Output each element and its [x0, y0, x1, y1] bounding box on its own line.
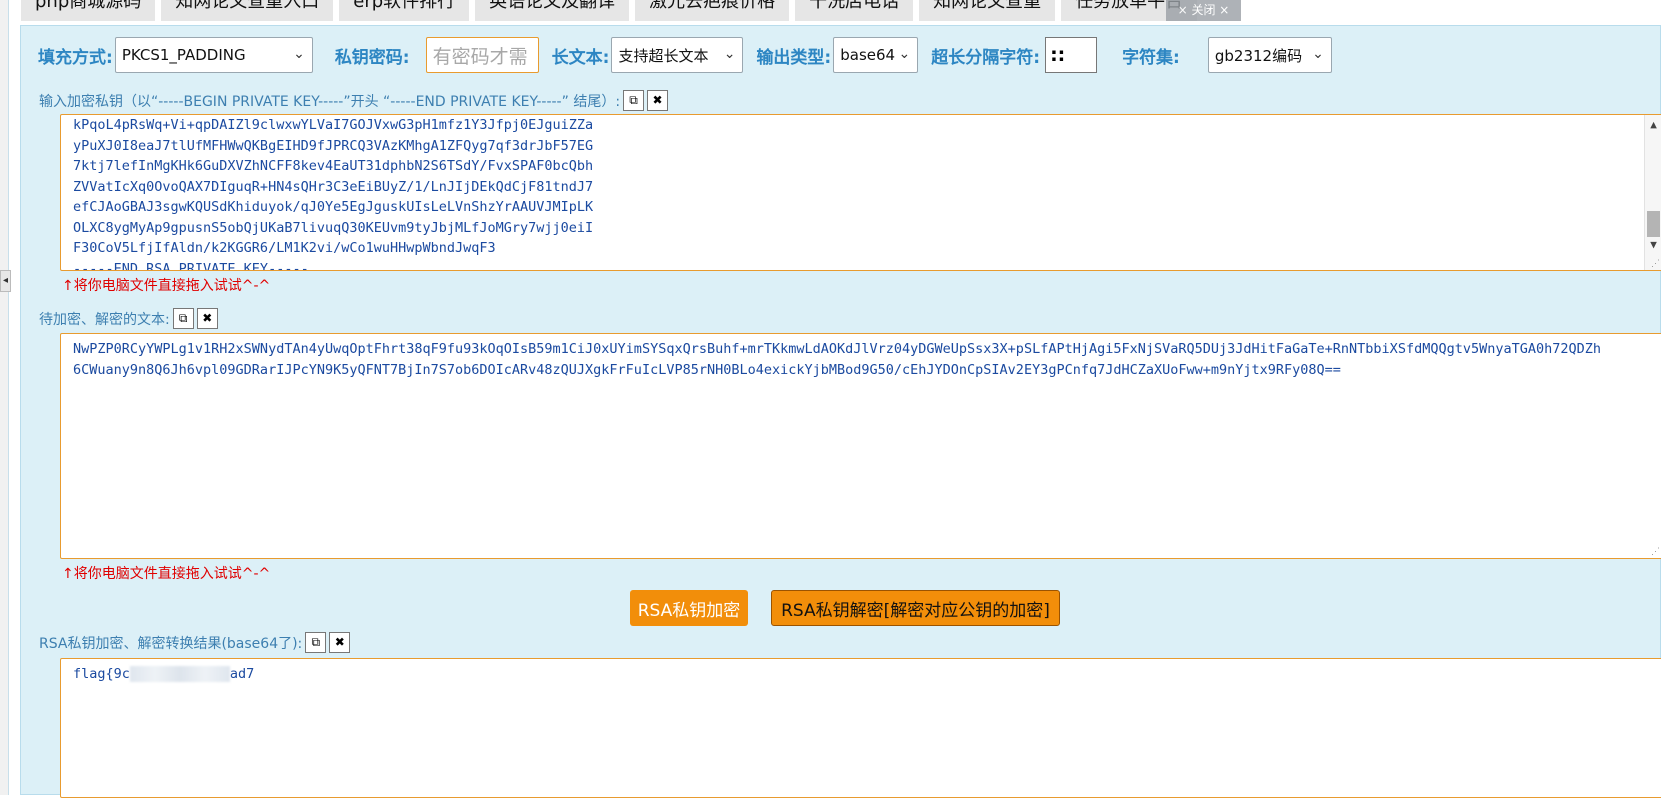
- rsa-encrypt-button[interactable]: RSA私钥加密: [630, 590, 748, 626]
- longtext-label: 长文本:: [551, 47, 610, 68]
- charset-select-value: gb2312编码: [1214, 46, 1303, 65]
- password-label: 私钥密码:: [334, 47, 410, 68]
- scroll-down-icon[interactable]: ▼: [1645, 238, 1661, 251]
- ad-link[interactable]: 知网论文查重入口: [161, 0, 334, 21]
- collapse-left-icon[interactable]: ◂: [0, 270, 11, 292]
- key-caption-row: 输入加密私钥（以“-----BEGIN PRIVATE KEY-----”开头 …: [39, 90, 669, 111]
- chevron-down-icon: ⌄: [723, 46, 736, 62]
- longtext-select-value: 支持超长文本: [618, 46, 709, 65]
- copy-icon[interactable]: ⧉: [172, 308, 194, 329]
- scroll-up-icon[interactable]: ▲: [1645, 118, 1661, 131]
- ad-link[interactable]: 激光去疤痕价格: [635, 0, 790, 21]
- rsa-tool-panel: 填充方式: PKCS1_PADDING ⌄ 私钥密码: 有密码才需 长文本: 支…: [20, 25, 1661, 798]
- separator-input[interactable]: ::: [1045, 37, 1098, 73]
- longtext-select[interactable]: 支持超长文本 ⌄: [611, 37, 744, 73]
- ad-link[interactable]: 知网论文查重: [919, 0, 1056, 21]
- clear-icon[interactable]: ✖: [196, 308, 218, 329]
- result-caption: RSA私钥加密、解密转换结果(base64了):: [39, 635, 303, 652]
- chevron-down-icon: ⌄: [898, 46, 911, 62]
- result-content: flag{9c ad7: [61, 659, 1661, 685]
- scrollbar-thumb[interactable]: [1647, 211, 1660, 237]
- top-ad-bar: php商城源码 知网论文查重入口 erp软件排行 英语论文及翻译 激光去疤痕价格…: [21, 0, 1661, 21]
- password-placeholder: 有密码才需: [432, 45, 528, 68]
- key-drop-hint: ↑将你电脑文件直接拖入试试^-^: [62, 278, 271, 294]
- output-type-label: 输出类型:: [756, 47, 832, 68]
- ad-link[interactable]: php商城源码: [21, 0, 156, 21]
- input-text-textarea[interactable]: NwPZP0RCyYWPLg1v1RH2xSWNydTAn4yUwqOptFhr…: [60, 333, 1661, 559]
- ad-close-button[interactable]: × 关闭 ×: [1166, 0, 1241, 21]
- clear-icon[interactable]: ✖: [329, 632, 351, 653]
- private-key-textarea[interactable]: kPqoL4pRsWq+Vi+qpDAIZl9clwxwYLVaI7GOJVxw…: [60, 114, 1661, 271]
- output-type-select[interactable]: base64 ⌄: [833, 37, 919, 73]
- separator-label: 超长分隔字符:: [931, 47, 1041, 68]
- result-textarea[interactable]: flag{9c ad7: [60, 658, 1661, 798]
- rsa-decrypt-button[interactable]: RSA私钥解密[解密对应公钥的加密]: [771, 590, 1060, 626]
- input-text-content: NwPZP0RCyYWPLg1v1RH2xSWNydTAn4yUwqOptFhr…: [73, 341, 1602, 378]
- copy-icon[interactable]: ⧉: [305, 632, 327, 653]
- ad-link[interactable]: 英语论文及翻译: [475, 0, 630, 21]
- charset-select[interactable]: gb2312编码 ⌄: [1207, 37, 1332, 73]
- copy-icon[interactable]: ⧉: [623, 90, 645, 111]
- text-drop-hint: ↑将你电脑文件直接拖入试试^-^: [62, 566, 271, 582]
- vertical-scrollbar[interactable]: ▲ ▼: [1644, 115, 1661, 270]
- result-caption-row: RSA私钥加密、解密转换结果(base64了): ⧉ ✖: [39, 632, 351, 653]
- padding-select[interactable]: PKCS1_PADDING ⌄: [114, 37, 313, 73]
- resize-grip-icon[interactable]: ⋰: [1651, 259, 1660, 269]
- chevron-down-icon: ⌄: [293, 46, 305, 62]
- key-caption: 输入加密私钥（以“-----BEGIN PRIVATE KEY-----”开头 …: [39, 93, 621, 110]
- options-row: 填充方式: PKCS1_PADDING ⌄ 私钥密码: 有密码才需 长文本: 支…: [38, 37, 1332, 73]
- padding-label: 填充方式:: [38, 47, 113, 68]
- result-prefix: flag{9c: [73, 666, 130, 682]
- password-input[interactable]: 有密码才需: [425, 37, 539, 73]
- charset-label: 字符集:: [1122, 47, 1180, 68]
- left-sidebar-edge: ◂: [0, 0, 11, 795]
- chevron-down-icon: ⌄: [1312, 46, 1324, 62]
- clear-icon[interactable]: ✖: [647, 90, 669, 111]
- padding-select-value: PKCS1_PADDING: [121, 46, 246, 64]
- text-caption: 待加密、解密的文本:: [39, 311, 170, 328]
- text-caption-row: 待加密、解密的文本: ⧉ ✖: [39, 308, 218, 329]
- result-suffix: ad7: [229, 666, 255, 682]
- output-type-value: base64: [840, 46, 896, 64]
- resize-grip-icon[interactable]: ⋰: [1651, 547, 1660, 557]
- ad-link[interactable]: erp软件排行: [339, 0, 470, 21]
- ad-link[interactable]: 干洗店电话: [795, 0, 914, 21]
- private-key-text: kPqoL4pRsWq+Vi+qpDAIZl9clwxwYLVaI7GOJVxw…: [73, 117, 594, 271]
- redacted-blur: [129, 666, 230, 682]
